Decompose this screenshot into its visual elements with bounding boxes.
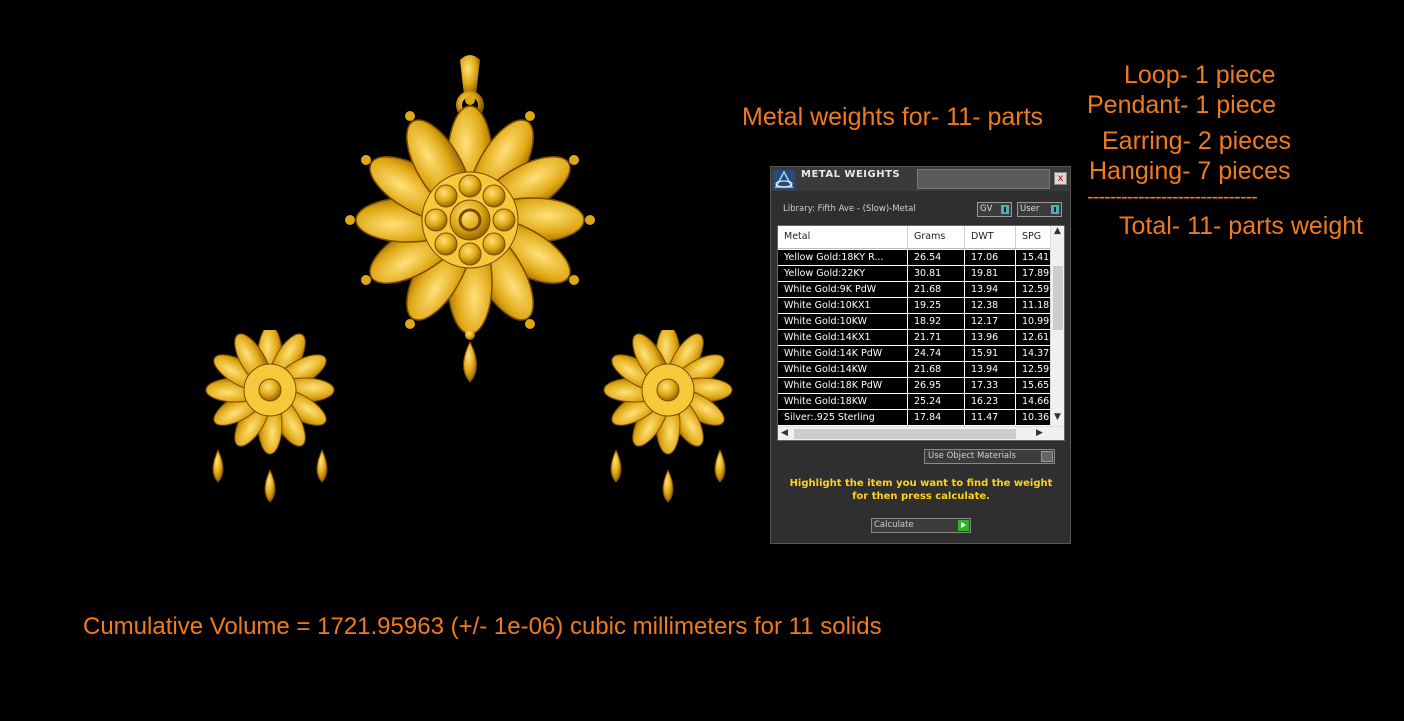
pendant-render: [345, 55, 595, 383]
dialog-title: METAL WEIGHTS: [801, 169, 901, 180]
table-row[interactable]: White Gold:14KX1 21.71 13.96 12.61: [778, 330, 1056, 346]
table-row[interactable]: White Gold:14K PdW 24.74 15.91 14.37: [778, 346, 1056, 362]
cell-metal: White Gold:18K PdW: [778, 378, 908, 393]
table-row[interactable]: White Gold:18K PdW 26.95 17.33 15.65: [778, 378, 1056, 394]
cell-dwt: 12.38: [965, 298, 1016, 313]
cell-grams: 21.71: [908, 330, 965, 345]
use-object-materials-dropdown[interactable]: Use Object Materials: [924, 449, 1055, 464]
separator-line: ------------------------------: [1087, 186, 1258, 208]
cell-grams: 17.84: [908, 410, 965, 425]
cell-metal: White Gold:10KX1: [778, 298, 908, 313]
horizontal-scrollbar[interactable]: ◀ ▶: [778, 426, 1064, 440]
cell-metal: Yellow Gold:18KY R...: [778, 250, 908, 265]
cell-dwt: 17.06: [965, 250, 1016, 265]
cell-dwt: 12.17: [965, 314, 1016, 329]
gv-toggle-label: GV: [980, 204, 993, 214]
cell-dwt: 11.47: [965, 410, 1016, 425]
calculate-button[interactable]: Calculate: [871, 518, 971, 533]
table-header: Metal Grams DWT SPG: [778, 226, 1056, 249]
column-header-metal[interactable]: Metal: [778, 226, 908, 248]
cell-metal: White Gold:14K PdW: [778, 346, 908, 361]
cell-grams: 26.54: [908, 250, 965, 265]
pendant-count-label: Pendant- 1 piece: [1087, 91, 1277, 119]
left-earring-render: [205, 330, 335, 503]
cell-metal: White Gold:9K PdW: [778, 282, 908, 297]
play-arrow-icon: [958, 520, 969, 531]
cell-dwt: 15.91: [965, 346, 1016, 361]
column-header-grams[interactable]: Grams: [908, 226, 965, 248]
column-header-dwt[interactable]: DWT: [965, 226, 1016, 248]
app-logo-icon: [773, 170, 795, 190]
cell-grams: 19.25: [908, 298, 965, 313]
vertical-scrollbar[interactable]: ▲ ▼: [1050, 226, 1064, 426]
cell-dwt: 13.94: [965, 362, 1016, 377]
calculate-label: Calculate: [874, 520, 914, 530]
table-row[interactable]: Yellow Gold:18KY R... 26.54 17.06 15.41: [778, 250, 1056, 266]
cell-grams: 21.68: [908, 282, 965, 297]
hanging-count-label: Hanging- 7 pieces: [1089, 157, 1291, 185]
dialog-title-bar[interactable]: METAL WEIGHTS x: [771, 167, 1070, 191]
table-row[interactable]: White Gold:14KW 21.68 13.94 12.59: [778, 362, 1056, 378]
scroll-down-icon[interactable]: ▼: [1054, 412, 1061, 422]
total-label: Total- 11- parts weight: [1119, 212, 1364, 240]
vertical-scroll-thumb[interactable]: [1053, 266, 1063, 330]
metal-weights-caption: Metal weights for- 11- parts: [742, 103, 1044, 131]
table-body: Yellow Gold:18KY R... 26.54 17.06 15.41 Yell…: [778, 250, 1056, 426]
library-label: Library: Fifth Ave - (Slow)-Metal: [783, 204, 916, 214]
cell-grams: 21.68: [908, 362, 965, 377]
user-toggle[interactable]: User: [1017, 202, 1062, 217]
cell-metal: White Gold:14KW: [778, 362, 908, 377]
cell-dwt: 16.23: [965, 394, 1016, 409]
metal-table[interactable]: Metal Grams DWT SPG Yellow Gold:18KY R..…: [777, 225, 1065, 441]
right-earring-render: [603, 330, 733, 503]
cell-grams: 26.95: [908, 378, 965, 393]
instruction-text: Highlight the item you want to find the …: [789, 478, 1053, 502]
scroll-left-icon[interactable]: ◀: [781, 428, 788, 438]
cell-dwt: 17.33: [965, 378, 1016, 393]
cell-dwt: 19.81: [965, 266, 1016, 281]
cell-grams: 30.81: [908, 266, 965, 281]
cell-dwt: 13.96: [965, 330, 1016, 345]
cell-grams: 24.74: [908, 346, 965, 361]
cell-grams: 18.92: [908, 314, 965, 329]
cumulative-volume-label: Cumulative Volume = 1721.95963 (+/- 1e-0…: [83, 613, 882, 640]
title-drag-area[interactable]: [917, 169, 1050, 189]
use-object-materials-label: Use Object Materials: [928, 451, 1016, 461]
metal-weights-dialog: METAL WEIGHTS x Library: Fifth Ave - (Sl…: [770, 166, 1071, 544]
table-row[interactable]: Silver:.925 Sterling 17.84 11.47 10.36: [778, 410, 1056, 426]
cell-metal: Silver:.925 Sterling: [778, 410, 908, 425]
table-row[interactable]: White Gold:10KW 18.92 12.17 10.99: [778, 314, 1056, 330]
toggle-knob-icon: [1051, 205, 1059, 214]
toggle-knob-icon: [1001, 205, 1009, 214]
earring-count-label: Earring- 2 pieces: [1102, 127, 1291, 155]
scroll-right-icon[interactable]: ▶: [1036, 428, 1043, 438]
gv-toggle[interactable]: GV: [977, 202, 1012, 217]
cell-dwt: 13.94: [965, 282, 1016, 297]
cell-grams: 25.24: [908, 394, 965, 409]
table-row[interactable]: White Gold:10KX1 19.25 12.38 11.18: [778, 298, 1056, 314]
cell-metal: White Gold:18KW: [778, 394, 908, 409]
user-toggle-label: User: [1020, 204, 1040, 214]
scroll-up-icon[interactable]: ▲: [1054, 226, 1061, 236]
loop-count-label: Loop- 1 piece: [1124, 61, 1276, 89]
cell-metal: Yellow Gold:22KY: [778, 266, 908, 281]
close-button[interactable]: x: [1054, 172, 1067, 185]
table-row[interactable]: White Gold:18KW 25.24 16.23 14.66: [778, 394, 1056, 410]
table-row[interactable]: Yellow Gold:22KY 30.81 19.81 17.89: [778, 266, 1056, 282]
cell-metal: White Gold:10KW: [778, 314, 908, 329]
horizontal-scroll-thumb[interactable]: [794, 429, 1016, 439]
cell-metal: White Gold:14KX1: [778, 330, 908, 345]
table-row[interactable]: White Gold:9K PdW 21.68 13.94 12.59: [778, 282, 1056, 298]
dropdown-arrow-icon: [1041, 451, 1053, 462]
